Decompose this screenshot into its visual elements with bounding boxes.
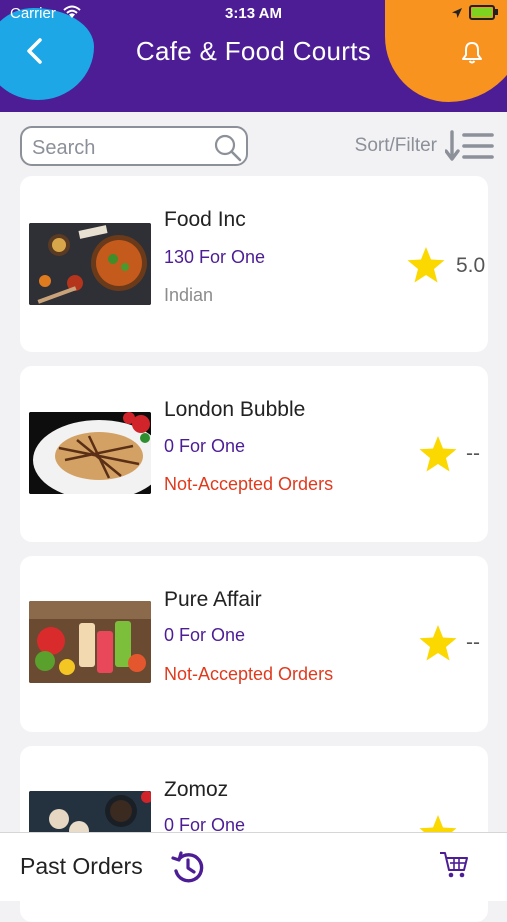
search-box[interactable] xyxy=(20,126,248,166)
restaurant-status: Not-Accepted Orders xyxy=(164,664,334,684)
page-title: Cafe & Food Courts xyxy=(135,36,372,66)
star-icon xyxy=(419,625,457,661)
sort-filter-label: Sort/Filter xyxy=(354,135,437,156)
history-icon[interactable] xyxy=(170,849,206,885)
star-icon xyxy=(407,247,445,283)
battery-icon xyxy=(469,5,498,20)
restaurant-name: London Bubble xyxy=(164,398,306,421)
app-header: Carrier 3:13 AM Cafe & Food Courts xyxy=(0,0,507,112)
clock-time: 3:13 AM xyxy=(225,5,282,22)
restaurant-card[interactable]: Food Inc 130 For One Indian 5.0 xyxy=(20,176,488,352)
rating-value: 5.0 xyxy=(456,254,486,277)
location-arrow-icon xyxy=(452,7,462,18)
restaurant-status: Not-Accepted Orders xyxy=(164,474,334,494)
restaurant-card[interactable]: Pure Affair 0 For One Not-Accepted Order… xyxy=(20,556,488,732)
status-right-group xyxy=(451,5,498,20)
search-input[interactable] xyxy=(30,134,214,162)
notifications-button[interactable] xyxy=(459,40,485,66)
rating-value: -- xyxy=(466,631,480,654)
bottom-bar: Past Orders xyxy=(0,832,507,901)
restaurant-thumbnail xyxy=(29,601,151,683)
restaurant-name: Pure Affair xyxy=(164,588,262,611)
restaurant-name: Zomoz xyxy=(164,778,229,801)
past-orders-button[interactable]: Past Orders xyxy=(20,853,143,880)
restaurant-thumbnail xyxy=(29,223,151,305)
restaurant-card[interactable]: London Bubble 0 For One Not-Accepted Ord… xyxy=(20,366,488,542)
restaurant-offer: 0 For One xyxy=(164,436,246,456)
search-icon[interactable] xyxy=(212,132,244,164)
restaurant-cuisine: Indian xyxy=(164,285,214,305)
cart-icon[interactable] xyxy=(438,849,470,881)
sort-icon xyxy=(445,130,494,161)
sort-filter-button[interactable]: Sort/Filter xyxy=(355,130,495,162)
restaurant-name: Food Inc xyxy=(164,208,246,231)
restaurant-offer: 0 For One xyxy=(164,625,246,645)
bell-icon xyxy=(462,42,482,64)
star-icon xyxy=(419,436,457,472)
status-bar: Carrier 3:13 AM xyxy=(0,0,507,28)
restaurant-thumbnail xyxy=(29,412,151,494)
rating-value: -- xyxy=(466,442,480,465)
restaurant-offer: 130 For One xyxy=(164,247,266,267)
